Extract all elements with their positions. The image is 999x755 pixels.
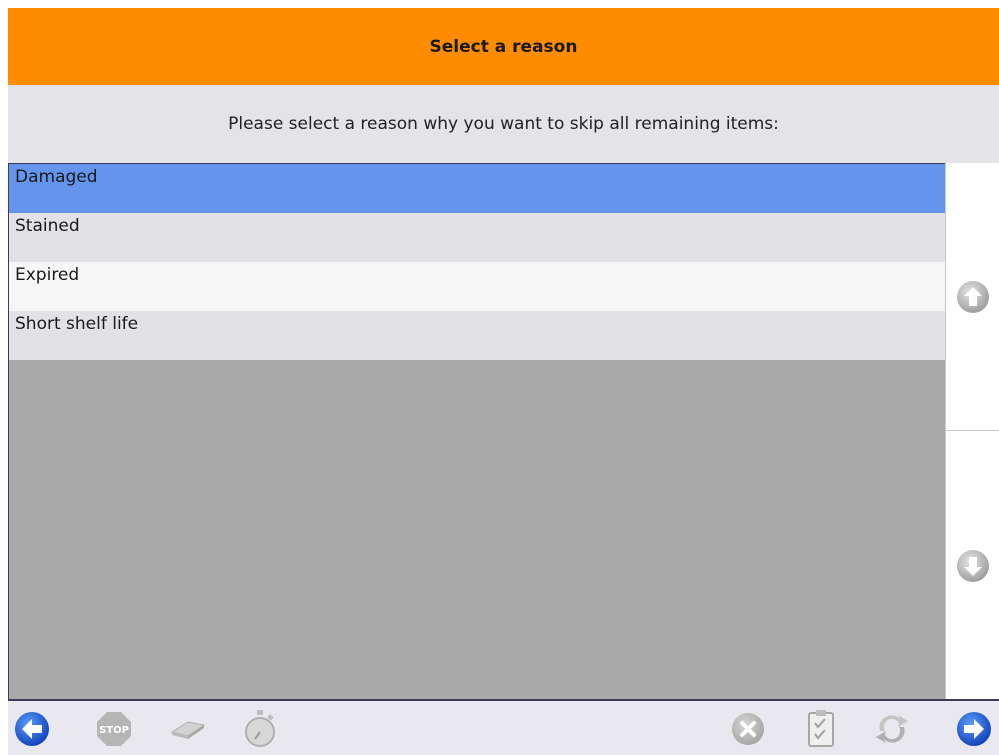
scroll-up-button[interactable] xyxy=(946,163,999,431)
prompt-text: Please select a reason why you want to s… xyxy=(228,114,779,134)
stopwatch-icon xyxy=(245,710,275,747)
arrow-up-icon xyxy=(957,280,989,313)
forward-button[interactable] xyxy=(954,709,994,749)
checklist-icon xyxy=(808,710,834,747)
arrow-down-icon xyxy=(957,549,989,582)
refresh-button[interactable] xyxy=(872,709,912,749)
back-button[interactable] xyxy=(12,709,52,749)
eraser-button[interactable] xyxy=(168,709,208,749)
dialog-title: Select a reason xyxy=(429,36,578,57)
list-item-expired[interactable]: Expired xyxy=(9,262,945,311)
scroll-panel xyxy=(945,163,999,699)
close-icon xyxy=(732,713,764,745)
eraser-icon xyxy=(170,721,206,739)
arrow-right-icon xyxy=(957,712,991,746)
timer-button[interactable] xyxy=(240,709,280,749)
refresh-icon xyxy=(876,715,908,743)
stop-label: STOP xyxy=(99,725,129,736)
stop-button[interactable]: STOP xyxy=(94,709,134,749)
stop-sign-icon: STOP xyxy=(97,712,131,746)
scroll-down-button[interactable] xyxy=(946,432,999,699)
checklist-button[interactable] xyxy=(801,709,841,749)
list-item-label: Expired xyxy=(15,265,80,285)
list-item-label: Damaged xyxy=(15,167,98,187)
list-item-stained[interactable]: Stained xyxy=(9,213,945,262)
list-item-short-shelf-life[interactable]: Short shelf life xyxy=(9,311,945,360)
bottom-toolbar: STOP xyxy=(8,699,999,755)
list-item-damaged[interactable]: Damaged xyxy=(9,164,945,213)
dialog-header: Select a reason xyxy=(8,8,999,85)
prompt-bar: Please select a reason why you want to s… xyxy=(8,85,999,163)
list-item-label: Stained xyxy=(15,216,80,236)
arrow-left-icon xyxy=(15,712,49,746)
reason-list: Damaged Stained Expired Short shelf life xyxy=(8,163,945,699)
cancel-button[interactable] xyxy=(728,709,768,749)
list-item-label: Short shelf life xyxy=(15,314,139,334)
